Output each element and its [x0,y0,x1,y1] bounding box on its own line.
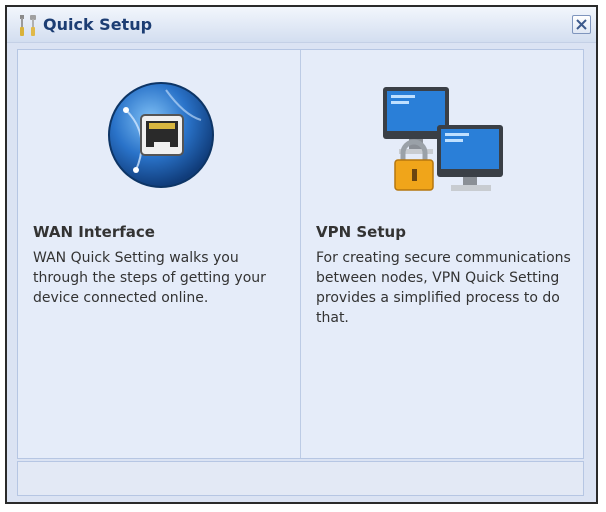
dialog-footer [17,461,584,496]
wan-interface-title: WAN Interface [33,223,155,241]
vpn-setup-description: For creating secure communications betwe… [316,250,571,326]
close-icon [576,19,587,30]
wan-interface-description: WAN Quick Setting walks you through the … [33,250,266,306]
vpn-setup-title: VPN Setup [316,223,406,241]
network-globe-icon [106,80,216,194]
vpn-computers-lock-icon [381,85,506,199]
vpn-setup-option[interactable]: VPN Setup For creating secure communicat… [301,50,583,458]
options-area: WAN Interface WAN Quick Setting walks yo… [17,49,584,459]
dialog-titlebar[interactable]: Quick Setup [7,7,596,43]
close-button[interactable] [572,15,591,34]
dialog-title: Quick Setup [43,15,153,34]
wan-interface-option[interactable]: WAN Interface WAN Quick Setting walks yo… [18,50,301,458]
quick-setup-dialog: Quick Setup WAN Interface WAN Quick Sett… [5,5,598,504]
tools-icon [17,13,39,37]
